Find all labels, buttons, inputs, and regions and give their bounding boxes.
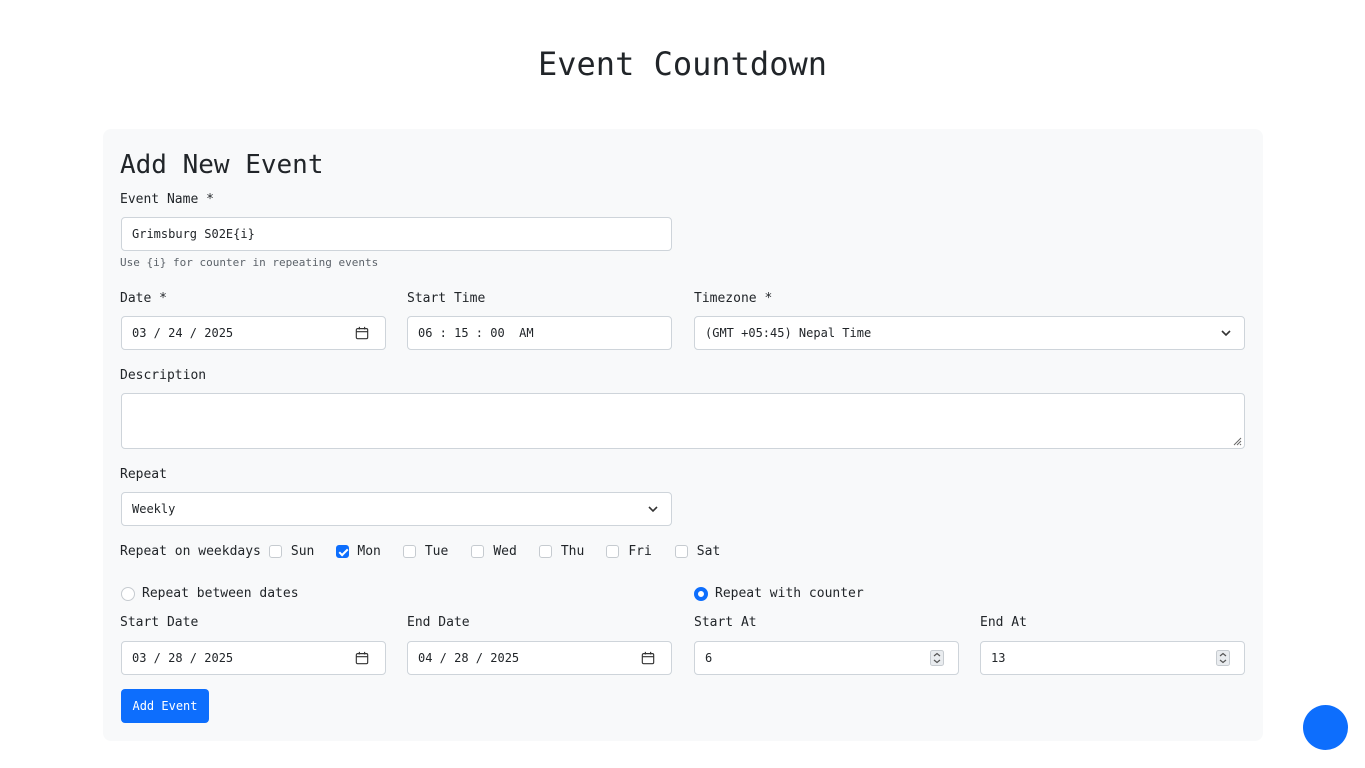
weekday-label-tue: Tue — [424, 543, 449, 559]
start-date-input[interactable]: 03 / 28 / 2025 — [121, 641, 386, 675]
add-event-button[interactable]: Add Event — [121, 689, 209, 723]
timezone-label: Timezone * — [694, 291, 773, 306]
repeat-between-dates-radio[interactable] — [121, 587, 135, 601]
description-textarea[interactable] — [121, 393, 1245, 449]
weekday-label-fri: Fri — [628, 543, 652, 559]
weekday-label-wed: Wed — [493, 543, 517, 559]
repeat-label: Repeat — [120, 467, 167, 482]
weekdays-label: Repeat on weekdays — [120, 543, 261, 559]
description-label: Description — [120, 368, 207, 383]
weekday-label-mon: Mon — [357, 543, 381, 559]
end-at-input[interactable]: 13 — [980, 641, 1245, 675]
spinner-arrows-icon[interactable] — [930, 650, 944, 666]
repeat-between-dates-label: Repeat between dates — [142, 586, 299, 601]
event-name-help: Use {i} for counter in repeating events — [120, 256, 379, 269]
chevron-down-icon — [648, 506, 658, 513]
weekday-checkbox-fri[interactable] — [606, 544, 620, 558]
start-time-label: Start Time — [407, 291, 486, 306]
weekday-label-sun: Sun — [290, 543, 315, 559]
resize-handle-icon[interactable] — [1232, 436, 1242, 446]
start-time-value: 06 : 15 : 00 AM — [418, 326, 534, 340]
event-name-label: Event Name * — [120, 192, 214, 207]
floating-action-button[interactable] — [1303, 705, 1348, 750]
event-name-value: Grimsburg S02E{i} — [132, 227, 255, 241]
weekday-selector: Repeat on weekdays Sun Mon Tue Wed Thu F… — [120, 543, 720, 559]
weekday-checkbox-sat[interactable] — [674, 544, 688, 558]
start-time-input[interactable]: 06 : 15 : 00 AM — [407, 316, 672, 350]
weekday-checkbox-wed[interactable] — [471, 544, 485, 558]
weekday-label-sat: Sat — [696, 543, 721, 559]
end-at-value: 13 — [991, 651, 1006, 665]
start-date-label: Start Date — [120, 615, 199, 630]
timezone-select[interactable]: (GMT +05:45) Nepal Time — [694, 316, 1245, 350]
calendar-icon[interactable] — [355, 651, 369, 665]
add-event-card: Add New Event Event Name * Grimsburg S02… — [103, 129, 1263, 741]
weekday-checkbox-thu[interactable] — [538, 544, 552, 558]
date-label: Date * — [120, 291, 167, 306]
weekday-checkbox-sun[interactable] — [268, 544, 282, 558]
repeat-select[interactable]: Weekly — [121, 492, 672, 526]
chevron-down-icon — [1221, 330, 1231, 337]
calendar-icon[interactable] — [355, 326, 369, 340]
end-date-label: End Date — [407, 615, 470, 630]
page-title: Event Countdown — [538, 45, 827, 83]
event-name-input[interactable]: Grimsburg S02E{i} — [121, 217, 672, 251]
start-date-value: 03 / 28 / 2025 — [132, 651, 234, 665]
timezone-value: (GMT +05:45) Nepal Time — [705, 326, 872, 340]
end-date-value: 04 / 28 / 2025 — [418, 651, 520, 665]
weekday-checkbox-tue[interactable] — [402, 544, 416, 558]
date-value: 03 / 24 / 2025 — [132, 326, 234, 340]
weekday-label-thu: Thu — [560, 543, 585, 559]
weekday-checkbox-mon[interactable] — [336, 544, 350, 558]
repeat-with-counter-label: Repeat with counter — [715, 586, 864, 601]
section-title: Add New Event — [120, 150, 324, 180]
spinner-arrows-icon[interactable] — [1216, 650, 1230, 666]
end-date-input[interactable]: 04 / 28 / 2025 — [407, 641, 672, 675]
repeat-value: Weekly — [132, 502, 176, 516]
start-at-label: Start At — [694, 615, 757, 630]
start-at-input[interactable]: 6 — [694, 641, 959, 675]
repeat-with-counter-radio[interactable] — [694, 587, 708, 601]
end-at-label: End At — [980, 615, 1027, 630]
date-input[interactable]: 03 / 24 / 2025 — [121, 316, 386, 350]
start-at-value: 6 — [705, 651, 713, 665]
calendar-icon[interactable] — [641, 651, 655, 665]
